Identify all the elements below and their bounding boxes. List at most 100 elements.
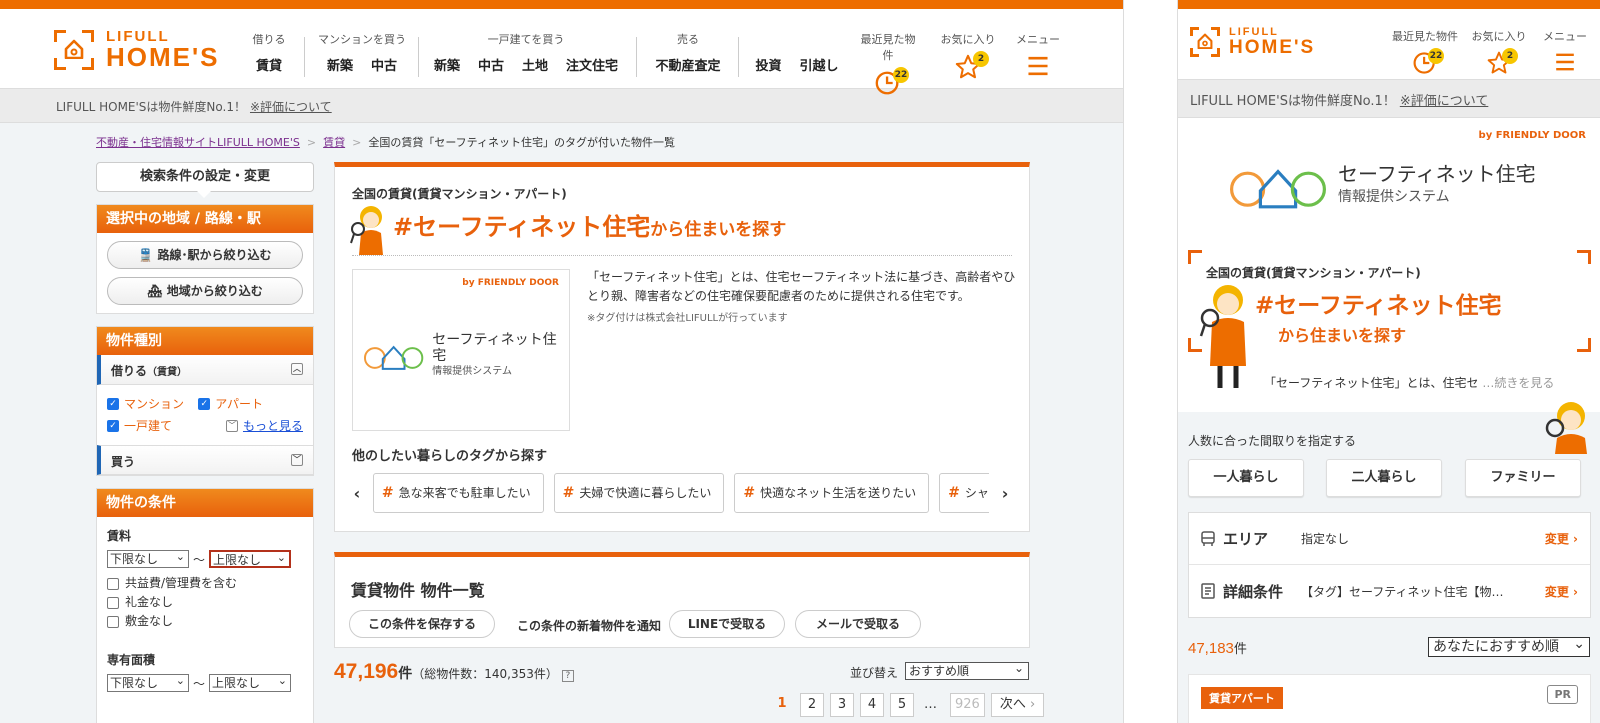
mobile-condition-list: エリア 指定なし 変更 › 詳細条件 【タグ】セーフティネット住宅【物… 変更 … <box>1188 512 1591 618</box>
nav-link-mansion-new[interactable]: 新築 <box>327 55 353 74</box>
tag-chip[interactable]: # 快適なネット生活を送りたい <box>734 473 930 513</box>
expand-icon[interactable]: ﹀ <box>291 454 303 466</box>
favorites-button[interactable]: お気に入り 2 <box>1464 28 1534 76</box>
nav-link-rent[interactable]: 賃貸 <box>256 55 282 74</box>
check-mansion[interactable]: ✓ マンション <box>107 393 184 415</box>
breadcrumb-rent[interactable]: 賃貸 <box>323 136 345 149</box>
page-link[interactable]: 2 <box>800 693 824 717</box>
next-page-button[interactable]: 次へ › <box>990 693 1045 717</box>
help-icon[interactable]: ? <box>561 670 574 682</box>
couple-button[interactable]: 二人暮らし <box>1326 459 1442 497</box>
document-icon <box>1201 583 1215 599</box>
favorites-count-badge: 2 <box>1502 48 1518 64</box>
tag-intro-card: 全国の賃貸(賃貸マンション・アパート) #セーフティネット住宅から住まいを探す … <box>334 162 1030 532</box>
family-button[interactable]: ファミリー <box>1465 459 1581 497</box>
nav-link-land[interactable]: 土地 <box>522 55 548 74</box>
line-receive-button[interactable]: LINEで受取る <box>669 610 785 638</box>
train-icon: 🚆 <box>138 248 158 262</box>
tag-chip[interactable]: # 急な来客でも駐車したい <box>372 473 544 513</box>
mobile-header: LIFULL HOME'S 最近見た物件 22 お気に入り 2 メニュー <box>1178 9 1600 80</box>
layout-title: 人数に合った間取りを指定する <box>1188 434 1357 448</box>
area-filter-button[interactable]: 🏘 地域から絞り込む <box>107 277 303 305</box>
buy-section-toggle[interactable]: 買う ﹀ <box>97 445 313 475</box>
page-link[interactable]: 3 <box>830 693 854 717</box>
favorites-button[interactable]: お気に入り 2 <box>938 31 998 83</box>
nav-link-mansion-used[interactable]: 中古 <box>371 55 397 74</box>
detail-row[interactable]: 詳細条件 【タグ】セーフティネット住宅【物… 変更 › <box>1189 565 1590 617</box>
tag-title: #セーフティネット住宅から住まいを探す <box>393 213 787 241</box>
nav-link-invest[interactable]: 投資 <box>755 55 781 74</box>
nav-link-custom-house[interactable]: 注文住宅 <box>566 55 618 74</box>
check-include-fee[interactable]: 共益費/管理費を含む <box>107 574 303 593</box>
nav-link-house-used[interactable]: 中古 <box>478 55 504 74</box>
rent-max-select[interactable]: 上限なし <box>209 550 292 568</box>
tag-subtitle: から住まいを探す <box>1278 326 1407 345</box>
page-ellipsis: … <box>924 697 937 712</box>
mobile-property-card[interactable]: 賃貸アパート PR <box>1188 674 1591 723</box>
save-condition-button[interactable]: この条件を保存する <box>349 610 495 638</box>
area-max-select[interactable]: 上限なし <box>209 673 292 692</box>
evaluation-link[interactable]: ※評価について <box>250 100 332 114</box>
property-type-box: 物件種別 借りる（賃貸） ︿ ✓ マンション ✓ アパート ✓ 一戸建て ﹀ もっと見る… <box>96 326 314 476</box>
top-accent-bar <box>1178 0 1600 9</box>
area-box-head: 選択中の地域 / 路線・駅 <box>97 205 313 233</box>
page-current: 1 <box>777 696 787 711</box>
tag-chip[interactable]: # 夫婦で快適に暮らしたい <box>553 473 725 513</box>
mobile-sort-select[interactable]: あなたにおすすめ順 <box>1428 635 1590 657</box>
check-no-reikin[interactable]: 礼金なし <box>107 593 303 612</box>
page-last[interactable]: 926 <box>950 693 985 717</box>
hamburger-icon <box>1023 53 1053 83</box>
carousel-prev-icon[interactable]: ‹ <box>347 484 367 503</box>
single-button[interactable]: 一人暮らし <box>1188 459 1304 497</box>
breadcrumb-home[interactable]: 不動産・住宅情報サイトLIFULL HOME'S <box>96 136 300 149</box>
collapse-icon[interactable]: ︿ <box>291 363 303 375</box>
nav-caption-rent: 借りる <box>252 33 286 46</box>
nav-group-sell: 売る 不動産査定 <box>648 31 728 74</box>
nav-link-house-new[interactable]: 新築 <box>434 55 460 74</box>
safety-net-sub: 情報提供システム <box>432 366 512 377</box>
page-link[interactable]: 4 <box>860 693 884 717</box>
check-no-shikikin[interactable]: 敷金なし <box>107 612 303 631</box>
area-min-select[interactable]: 下限なし <box>107 673 189 692</box>
area-change-link[interactable]: 変更 › <box>1545 530 1578 547</box>
sort-label: 並び替え <box>850 666 899 680</box>
sort-select[interactable]: おすすめ順 <box>905 660 1029 680</box>
nav-caption-sell: 売る <box>677 33 699 46</box>
nav-group-other: 投資 引越し <box>752 31 842 74</box>
tag-chip[interactable]: #シャー… <box>939 473 990 513</box>
recent-viewed-button[interactable]: 最近見た物件 22 <box>1390 28 1460 76</box>
recent-count-badge: 22 <box>1428 48 1444 64</box>
detail-change-link[interactable]: 変更 › <box>1545 583 1578 600</box>
page-link[interactable]: 5 <box>890 693 914 717</box>
nav-link-assessment[interactable]: 不動産査定 <box>655 55 720 74</box>
more-types-link[interactable]: ﹀ もっと見る <box>225 415 303 437</box>
read-more-link[interactable]: …続きを見る <box>1482 376 1554 390</box>
rent-min-select[interactable]: 下限なし <box>107 549 189 568</box>
site-logo[interactable]: LIFULL HOME'S <box>54 29 220 70</box>
evaluation-link[interactable]: ※評価について <box>1400 94 1489 109</box>
total-count: （総物件数：140,353件） <box>412 667 558 681</box>
tag-pre-title: 全国の賃貸(賃貸マンション・アパート) <box>1206 266 1421 280</box>
recent-viewed-button[interactable]: 最近見た物件 22 <box>858 31 918 99</box>
rent-section-toggle[interactable]: 借りる（賃貸） ︿ <box>97 355 313 385</box>
nav-link-moving[interactable]: 引越し <box>800 55 839 74</box>
bus-icon <box>1201 530 1215 546</box>
friendly-door-logo-box: by FRIENDLY DOOR セーフティネット住宅 情報提供システム <box>352 269 570 431</box>
menu-button[interactable]: メニュー <box>1008 31 1068 83</box>
menu-button[interactable]: メニュー <box>1530 28 1600 76</box>
search-condition-button[interactable]: 検索条件の設定・変更 <box>96 162 314 198</box>
tag-description: 「セーフティネット住宅」とは、住宅セーフティネット法に基づき、高齢者やひとり親、… <box>587 270 1016 303</box>
check-apart[interactable]: ✓ アパート <box>198 393 263 415</box>
route-station-button[interactable]: 🚆 路線･駅から絞り込む <box>107 241 303 269</box>
global-nav: LIFULL HOME'S 借りる 賃貸 マンションを買う 新築 中古 一戸建て… <box>0 9 1123 95</box>
area-row[interactable]: エリア 指定なし 変更 › <box>1189 513 1590 565</box>
check-house[interactable]: ✓ 一戸建て <box>107 415 172 437</box>
property-condition-box: 物件の条件 賃料 下限なし 〜 上限なし 共益費/管理費を含む 礼金なし 敷金な… <box>96 488 314 723</box>
site-logo[interactable]: LIFULL HOME'S <box>1190 27 1315 57</box>
mail-receive-button[interactable]: メールで受取る <box>795 610 921 638</box>
map-area-icon: 🏘 <box>147 284 167 298</box>
safety-net-name: セーフティネット住宅 <box>432 332 557 364</box>
carousel-next-icon[interactable]: › <box>995 484 1015 503</box>
top-accent-bar <box>0 0 1123 9</box>
star-icon: 2 <box>1486 48 1518 76</box>
